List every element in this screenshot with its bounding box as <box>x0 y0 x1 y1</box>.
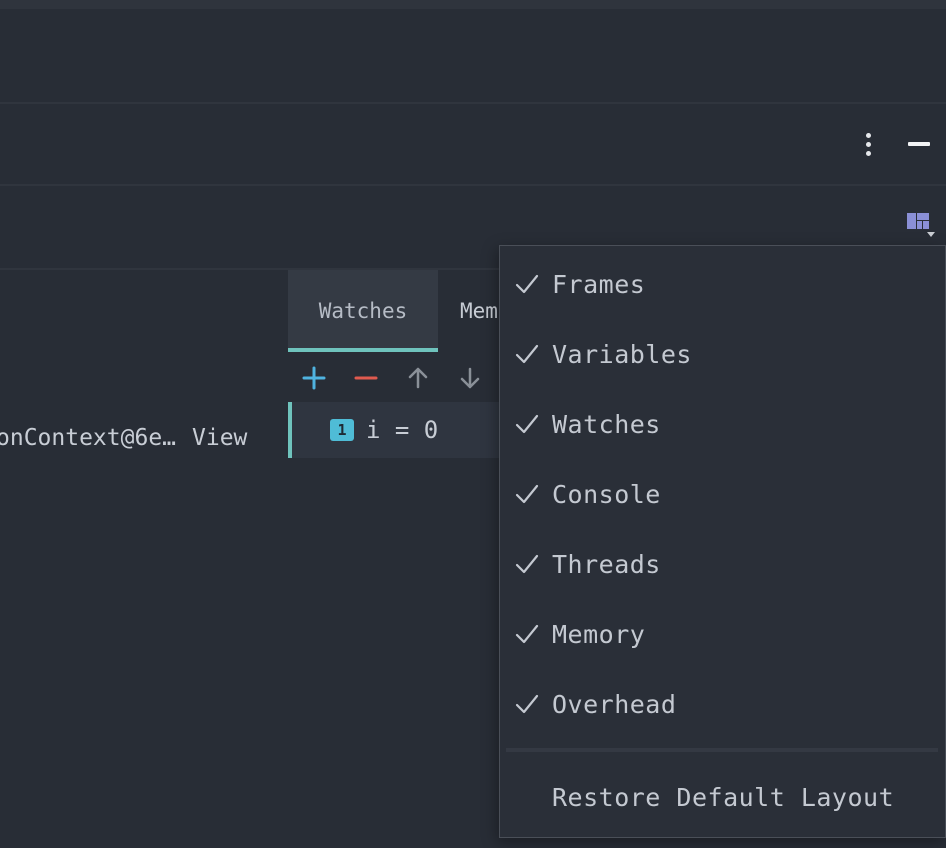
add-icon <box>302 366 326 390</box>
header-area <box>0 9 946 102</box>
add-watch-button[interactable] <box>298 362 330 394</box>
tab-watches[interactable]: Watches <box>288 270 438 352</box>
remove-watch-button[interactable] <box>350 362 382 394</box>
checkmark-icon <box>515 554 539 574</box>
watch-type-badge: 1 <box>330 419 354 441</box>
view-link[interactable]: View <box>192 425 247 451</box>
checkmark-icon <box>515 694 539 714</box>
menu-item-label: Variables <box>552 339 692 369</box>
more-vertical-icon-dot <box>865 141 871 147</box>
watch-row[interactable]: 1 i = 0 <box>288 402 500 458</box>
minimize-button[interactable] <box>906 130 934 158</box>
menu-item-watches[interactable]: Watches <box>500 389 945 459</box>
arrow-up-icon <box>408 367 428 389</box>
menu-separator <box>506 748 938 752</box>
menu-item-label: Overhead <box>552 689 677 719</box>
menu-item-overhead[interactable]: Overhead <box>500 669 945 739</box>
arrow-down-icon <box>460 367 480 389</box>
tab-watches-label: Watches <box>318 299 408 323</box>
checkmark-icon <box>515 624 539 644</box>
restore-default-layout-item[interactable]: Restore Default Layout <box>500 764 945 830</box>
checkmark-icon <box>515 274 539 294</box>
menu-item-threads[interactable]: Threads <box>500 529 945 599</box>
tab-memory-label: Memory <box>460 299 500 323</box>
menu-item-variables[interactable]: Variables <box>500 319 945 389</box>
menu-item-label: Console <box>552 479 661 509</box>
menu-item-memory[interactable]: Memory <box>500 599 945 669</box>
move-watch-up-button[interactable] <box>402 362 434 394</box>
layout-icon <box>907 213 935 237</box>
layout-menu: Frames Variables Watches Console Threads… <box>499 245 946 838</box>
debugger-window: Watches Memory onContext@6e… View 1 i = … <box>0 0 946 848</box>
active-tab-indicator <box>288 348 438 352</box>
checkmark-icon <box>515 344 539 364</box>
menu-item-console[interactable]: Console <box>500 459 945 529</box>
tab-memory[interactable]: Memory <box>460 270 500 352</box>
menu-item-label: Memory <box>552 619 646 649</box>
remove-icon <box>354 376 378 380</box>
menu-item-label: Frames <box>552 269 646 299</box>
more-vertical-icon-dot <box>865 150 871 156</box>
menu-item-label: Restore Default Layout <box>552 782 895 812</box>
layout-settings-button[interactable] <box>904 210 936 242</box>
more-options-button[interactable] <box>856 130 880 158</box>
frame-row[interactable]: onContext@6e… View <box>0 418 282 458</box>
menu-item-label: Threads <box>552 549 661 579</box>
menu-item-label: Watches <box>552 409 661 439</box>
menu-item-frames[interactable]: Frames <box>500 249 945 319</box>
more-vertical-icon <box>865 132 871 138</box>
watch-expression: i = 0 <box>366 416 439 444</box>
toolwindow-header <box>0 104 946 184</box>
frame-context-text: onContext@6e… <box>0 425 177 451</box>
checkmark-icon <box>515 414 539 434</box>
move-watch-down-button[interactable] <box>454 362 486 394</box>
checkmark-icon <box>515 484 539 504</box>
top-strip <box>0 0 946 9</box>
